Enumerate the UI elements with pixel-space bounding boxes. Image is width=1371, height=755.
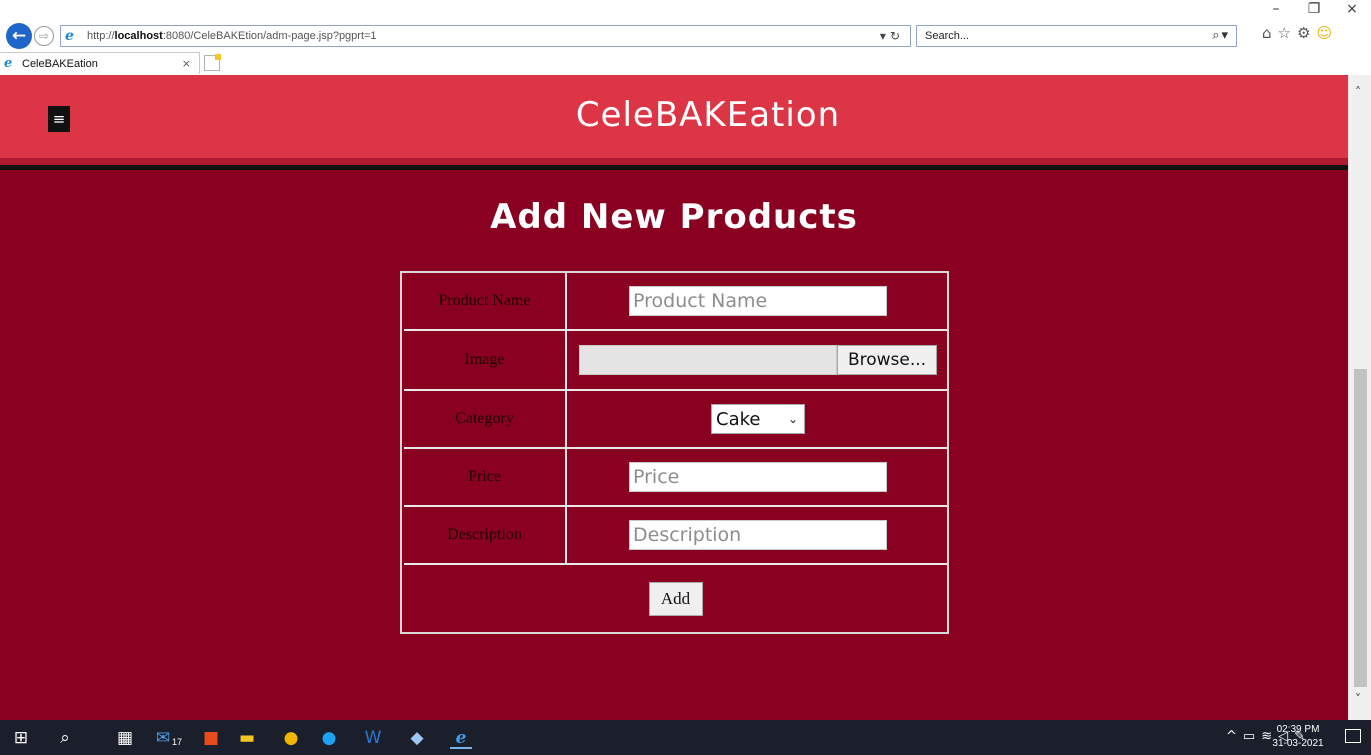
gear-icon[interactable]: ⚙ (1297, 24, 1310, 42)
category-select[interactable]: Cake ⌄ (711, 404, 805, 434)
url-text[interactable]: http://localhost:8080/CeleBAKEtion/adm-p… (87, 30, 377, 42)
price-cell: Price (569, 449, 947, 505)
scroll-up-icon[interactable]: ˄ (1355, 85, 1361, 99)
vertical-scrollbar[interactable]: ˄ ˅ (1348, 75, 1371, 720)
address-bar[interactable]: e http://localhost:8080/CeleBAKEtion/adm… (60, 25, 911, 47)
restore-button[interactable]: ❐ (1295, 0, 1333, 18)
scroll-down-icon[interactable]: ˅ (1355, 692, 1361, 706)
mail-icon[interactable]: ✉ (152, 727, 174, 749)
browser-tab[interactable]: e CeleBAKEation × (0, 52, 200, 74)
home-icon[interactable]: ⌂ (1262, 24, 1272, 42)
search-icon[interactable]: ⌕ (54, 727, 76, 749)
form-row-submit: Add (404, 565, 947, 632)
product-name-label: Product Name (404, 273, 567, 329)
cube-app-icon[interactable]: ◆ (406, 727, 428, 749)
site-brand[interactable]: CeleBAKEation (0, 95, 1348, 135)
calculator-icon[interactable]: ▦ (114, 727, 136, 749)
image-label: Image (404, 331, 567, 389)
browser-chrome: – ❐ × ← ⇨ e http://localhost:8080/CeleBA… (0, 0, 1371, 75)
form-row-description: Description Description (404, 507, 947, 565)
window-controls: – ❐ × (1257, 0, 1371, 18)
toolbar-icons: ⌂ ☆ ⚙ ☺ (1262, 24, 1332, 42)
product-name-cell: Product Name (569, 273, 947, 329)
add-product-form: Product Name Product Name Image Browse..… (400, 271, 949, 634)
chrome-profile-icon[interactable]: ● (318, 727, 340, 749)
clock-time: 02:39 PM (1276, 724, 1320, 735)
description-cell: Description (569, 507, 947, 563)
image-file-input[interactable]: Browse... (579, 345, 937, 375)
file-explorer-icon[interactable]: ▬ (236, 727, 258, 749)
clock-date: 31-03-2021 (1272, 738, 1324, 749)
chevron-down-icon: ⌄ (787, 412, 798, 426)
site-header: ≡ CeleBAKEation (0, 75, 1348, 158)
search-tools: ⌕▾ (1212, 28, 1230, 43)
form-row-image: Image Browse... (404, 331, 947, 391)
search-dropdown-icon[interactable]: ▾ (1221, 28, 1230, 43)
star-icon[interactable]: ☆ (1278, 24, 1291, 42)
category-cell: Cake ⌄ (569, 391, 947, 447)
office-icon[interactable]: ■ (200, 727, 222, 749)
ie-tab-icon: e (4, 56, 13, 71)
file-path-box[interactable] (579, 345, 837, 375)
form-row-category: Category Cake ⌄ (404, 391, 947, 449)
forward-arrow-icon[interactable]: ⇨ (34, 26, 54, 46)
image-cell: Browse... (569, 331, 947, 389)
scrollbar-thumb[interactable] (1354, 369, 1367, 687)
mail-badge: 17 (172, 737, 183, 747)
word-icon[interactable]: W (362, 727, 384, 749)
windows-start-icon[interactable]: ⊞ (10, 727, 32, 749)
close-tab-icon[interactable]: × (182, 57, 191, 70)
tab-title: CeleBAKEation (22, 58, 98, 70)
ie-page-icon: e (65, 28, 74, 44)
category-selected-value: Cake (716, 408, 761, 430)
windows-taskbar: ⊞ ⌕ ▦ ✉ 17 ■ ▬ ● ● W ◆ e ^▭≋◁✎ 02:39 PM … (0, 720, 1371, 755)
search-box[interactable]: Search... ⌕▾ (916, 25, 1237, 47)
form-row-price: Price Price (404, 449, 947, 507)
internet-explorer-icon[interactable]: e (450, 727, 472, 749)
chevron-up-icon[interactable]: ^ (1226, 729, 1243, 744)
page-title: Add New Products (490, 197, 858, 237)
add-button[interactable]: Add (648, 581, 703, 616)
clock[interactable]: 02:39 PM 31-03-2021 (1270, 723, 1326, 751)
back-arrow-icon[interactable]: ← (6, 23, 32, 49)
smiley-icon[interactable]: ☺ (1316, 24, 1332, 42)
dropdown-icon[interactable]: ▾ (880, 29, 890, 43)
description-input[interactable]: Description (629, 520, 887, 550)
description-label: Description (404, 507, 567, 563)
chrome-icon[interactable]: ● (280, 727, 302, 749)
battery-icon[interactable]: ▭ (1243, 729, 1261, 744)
address-tools: ▾↻ (880, 29, 904, 43)
notification-icon[interactable] (1345, 729, 1361, 743)
page-viewport: ≡ CeleBAKEation Add New Products Product… (0, 75, 1348, 720)
form-row-product-name: Product Name Product Name (404, 273, 947, 331)
header-divider (0, 158, 1348, 170)
price-label: Price (404, 449, 567, 505)
minimize-button[interactable]: – (1257, 0, 1295, 18)
close-button[interactable]: × (1333, 0, 1371, 18)
refresh-icon[interactable]: ↻ (890, 29, 904, 43)
new-tab-icon[interactable] (204, 54, 221, 71)
category-label: Category (404, 391, 567, 447)
search-input[interactable]: Search... (925, 30, 969, 42)
product-name-input[interactable]: Product Name (629, 286, 887, 316)
browse-button[interactable]: Browse... (837, 345, 937, 375)
price-input[interactable]: Price (629, 462, 887, 492)
